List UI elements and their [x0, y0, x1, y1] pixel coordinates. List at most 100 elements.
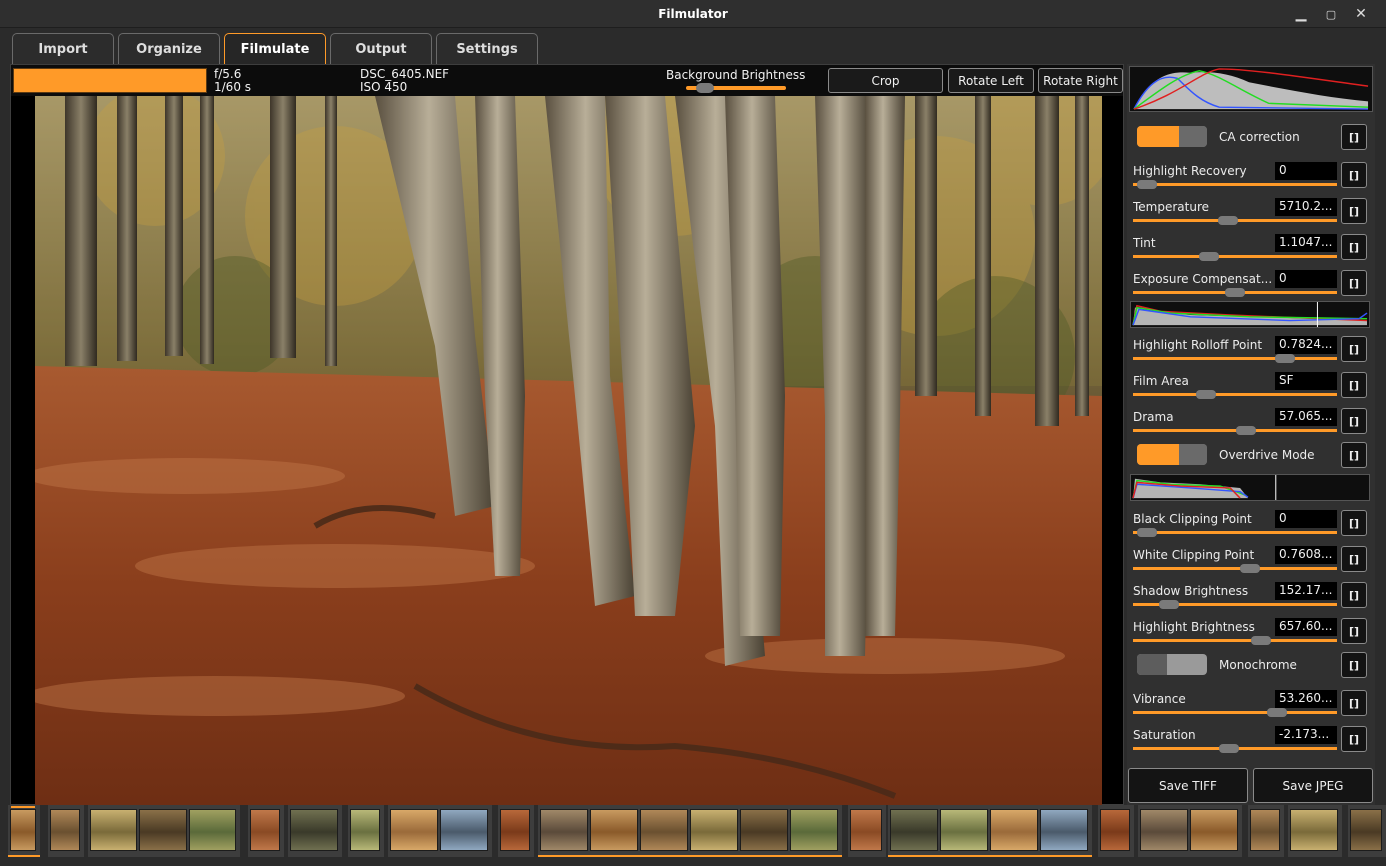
- monochrome-toggle[interactable]: [1137, 654, 1207, 675]
- drama-slider[interactable]: [1133, 426, 1337, 435]
- ca-correction-toggle[interactable]: [1137, 126, 1207, 147]
- filmstrip-thumbnail[interactable]: [640, 809, 688, 851]
- filmstrip-thumbnail[interactable]: [500, 809, 530, 851]
- filmstrip-thumbnail[interactable]: [1190, 809, 1238, 851]
- filmstrip-thumbnail[interactable]: [50, 809, 80, 851]
- filmstrip-thumbnail[interactable]: [290, 809, 338, 851]
- highlight-brightness-value[interactable]: 657.60...: [1275, 618, 1337, 636]
- highlight-rolloff-point-value[interactable]: 0.7824...: [1275, 336, 1337, 354]
- white-clipping-point-value[interactable]: 0.7608...: [1275, 546, 1337, 564]
- photo-preview[interactable]: [35, 96, 1102, 805]
- filmstrip-thumbnail[interactable]: [690, 809, 738, 851]
- reset-black-clipping-point-button[interactable]: []: [1341, 510, 1367, 536]
- overdrive-mode-toggle[interactable]: [1137, 444, 1207, 465]
- reset-monochrome-button[interactable]: []: [1341, 652, 1367, 678]
- black-clipping-point-value[interactable]: 0: [1275, 510, 1337, 528]
- black-clipping-point-slider[interactable]: [1133, 528, 1337, 537]
- filmstrip-thumbnail[interactable]: [790, 809, 838, 851]
- filmstrip-thumbnail[interactable]: [188, 809, 236, 851]
- reset-highlight-brightness-button[interactable]: []: [1341, 618, 1367, 644]
- minimize-icon[interactable]: ▁: [1286, 4, 1316, 24]
- saturation-slider[interactable]: [1133, 744, 1337, 753]
- filmstrip-thumbnail[interactable]: [1350, 809, 1382, 851]
- background-brightness-slider[interactable]: [686, 83, 786, 93]
- saturation-value[interactable]: -2.173...: [1275, 726, 1337, 744]
- filmstrip-thumbnail[interactable]: [740, 809, 788, 851]
- filmstrip-thumbnail[interactable]: [390, 809, 438, 851]
- highlight-recovery-value[interactable]: 0: [1275, 162, 1337, 180]
- exposure-compensation-slider[interactable]: [1133, 288, 1337, 297]
- filmstrip-thumbnail[interactable]: [350, 809, 380, 851]
- filmstrip-thumbnail[interactable]: [10, 806, 36, 851]
- slider-handle[interactable]: [1217, 216, 1238, 225]
- crop-button[interactable]: Crop: [828, 68, 943, 93]
- exposure-compensation-value[interactable]: 0: [1275, 270, 1337, 288]
- slider-handle[interactable]: [1219, 744, 1240, 753]
- reset-highlight-recovery-button[interactable]: []: [1341, 162, 1367, 188]
- filmstrip-thumbnail[interactable]: [540, 809, 588, 851]
- reset-temperature-button[interactable]: []: [1341, 198, 1367, 224]
- tab-output[interactable]: Output: [330, 33, 432, 64]
- filmstrip-thumbnail[interactable]: [590, 809, 638, 851]
- save-tiff-button[interactable]: Save TIFF: [1128, 768, 1248, 803]
- filmstrip-thumbnail[interactable]: [250, 809, 280, 851]
- reset-exposure-compensation-button[interactable]: []: [1341, 270, 1367, 296]
- reset-highlight-rolloff-point-button[interactable]: []: [1341, 336, 1367, 362]
- white-clipping-point-slider[interactable]: [1133, 564, 1337, 573]
- tint-value[interactable]: 1.1047...: [1275, 234, 1337, 252]
- vibrance-value[interactable]: 53.260...: [1275, 690, 1337, 708]
- slider-handle[interactable]: [1250, 636, 1271, 645]
- slider-handle[interactable]: [1239, 564, 1260, 573]
- shadow-brightness-value[interactable]: 152.17...: [1275, 582, 1337, 600]
- tab-organize[interactable]: Organize: [118, 33, 220, 64]
- reset-drama-button[interactable]: []: [1341, 408, 1367, 434]
- slider-handle[interactable]: [1195, 390, 1216, 399]
- highlight-recovery-slider[interactable]: [1133, 180, 1337, 189]
- filmstrip-thumbnail[interactable]: [940, 809, 988, 851]
- reset-vibrance-button[interactable]: []: [1341, 690, 1367, 716]
- reset-shadow-brightness-button[interactable]: []: [1341, 582, 1367, 608]
- slider-handle[interactable]: [1136, 528, 1157, 537]
- tab-filmulate[interactable]: Filmulate: [224, 33, 326, 64]
- filmstrip[interactable]: [0, 805, 1386, 866]
- rotate-left-button[interactable]: Rotate Left: [948, 68, 1034, 93]
- close-icon[interactable]: ✕: [1346, 4, 1376, 24]
- reset-ca-correction-button[interactable]: []: [1341, 124, 1367, 150]
- temperature-value[interactable]: 5710.2...: [1275, 198, 1337, 216]
- slider-handle[interactable]: [1267, 708, 1288, 717]
- reset-tint-button[interactable]: []: [1341, 234, 1367, 260]
- highlight-brightness-slider[interactable]: [1133, 636, 1337, 645]
- vibrance-slider[interactable]: [1133, 708, 1337, 717]
- rotate-right-button[interactable]: Rotate Right: [1038, 68, 1123, 93]
- filmstrip-thumbnail[interactable]: [1100, 809, 1130, 851]
- filmstrip-thumbnail[interactable]: [90, 809, 138, 851]
- filmstrip-thumbnail[interactable]: [850, 809, 882, 851]
- reset-film-area-button[interactable]: []: [1341, 372, 1367, 398]
- reset-saturation-button[interactable]: []: [1341, 726, 1367, 752]
- reset-overdrive-mode-button[interactable]: []: [1341, 442, 1367, 468]
- save-jpeg-button[interactable]: Save JPEG: [1253, 768, 1373, 803]
- filmstrip-thumbnail[interactable]: [440, 809, 488, 851]
- slider-handle[interactable]: [1158, 600, 1179, 609]
- highlight-rolloff-point-slider[interactable]: [1133, 354, 1337, 363]
- tab-import[interactable]: Import: [12, 33, 114, 64]
- film-area-value[interactable]: SF: [1275, 372, 1337, 390]
- drama-value[interactable]: 57.065...: [1275, 408, 1337, 426]
- temperature-slider[interactable]: [1133, 216, 1337, 225]
- reset-white-clipping-point-button[interactable]: []: [1341, 546, 1367, 572]
- filmstrip-thumbnail[interactable]: [990, 809, 1038, 851]
- filmstrip-thumbnail[interactable]: [1040, 809, 1088, 851]
- slider-handle[interactable]: [1136, 180, 1157, 189]
- slider-handle[interactable]: [695, 83, 714, 93]
- slider-handle[interactable]: [1199, 252, 1220, 261]
- film-area-slider[interactable]: [1133, 390, 1337, 399]
- slider-handle[interactable]: [1274, 354, 1295, 363]
- filmstrip-thumbnail[interactable]: [1290, 809, 1338, 851]
- slider-handle[interactable]: [1225, 288, 1245, 297]
- filmstrip-thumbnail[interactable]: [1250, 809, 1280, 851]
- tab-settings[interactable]: Settings: [436, 33, 538, 64]
- shadow-brightness-slider[interactable]: [1133, 600, 1337, 609]
- filmstrip-thumbnail[interactable]: [890, 809, 938, 851]
- maximize-icon[interactable]: ▢: [1316, 4, 1346, 24]
- filmstrip-thumbnail[interactable]: [139, 809, 187, 851]
